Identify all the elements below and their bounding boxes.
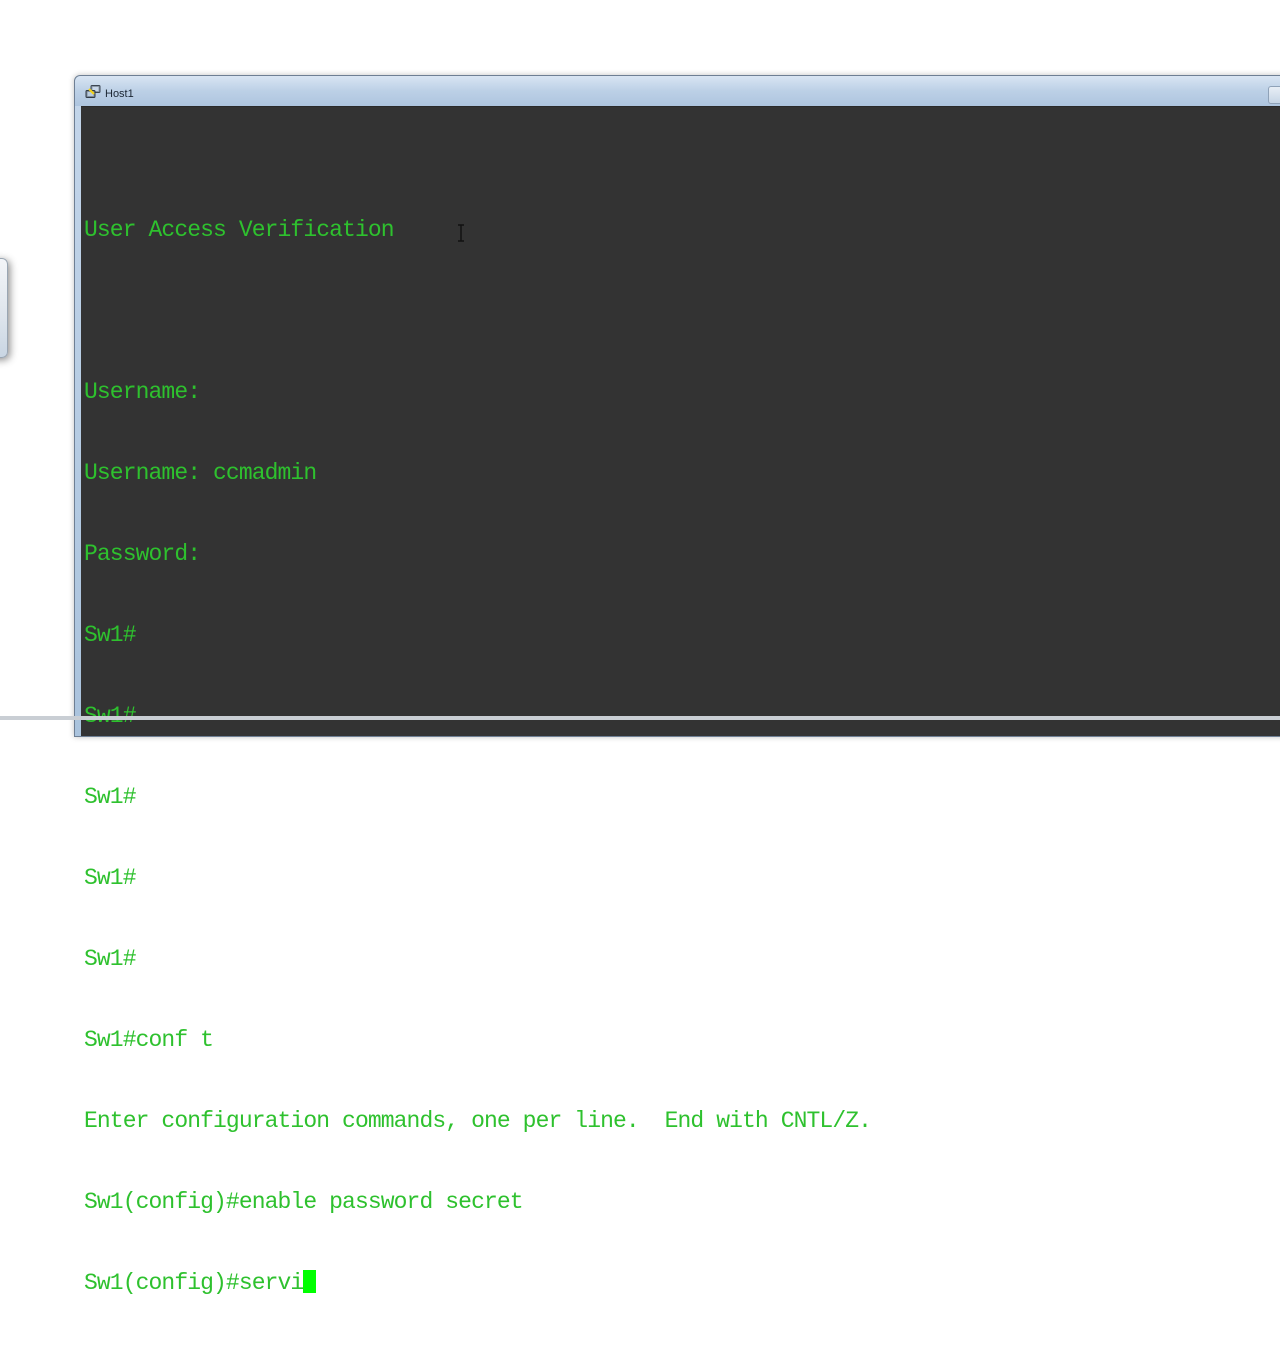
terminal-line: Username: ccmadmin [84,460,317,486]
taskbar-edge [0,716,1280,720]
terminal-line: Sw1# [84,784,137,810]
network-connection-icon [85,85,101,98]
terminal-line: Sw1#conf t [84,1027,214,1053]
window-title: Host1 [105,88,134,100]
background-window-edge [0,258,8,358]
terminal-output: User Access Verification Username: Usern… [84,163,872,1351]
title-bar[interactable]: Host1 [75,76,1280,106]
terminal-line: Sw1# [84,865,137,891]
terminal-input-line[interactable]: Sw1(config)#servi [84,1270,871,1297]
terminal-window: Host1 User Access Verification Username:… [74,75,1280,1296]
ibeam-cursor-icon [458,224,464,242]
terminal-line: Enter configuration commands, one per li… [84,1108,872,1134]
text-cursor [303,1270,317,1293]
terminal-line: Sw1(config)#enable password secret [84,1189,524,1215]
terminal-line: Sw1# [84,622,137,648]
terminal-line: Username: [84,379,201,405]
terminal-line: User Access Verification [84,217,395,243]
terminal-line: Sw1# [84,946,137,972]
terminal-screen[interactable]: User Access Verification Username: Usern… [81,106,1280,1296]
terminal-line: Password: [84,541,201,567]
minimize-button[interactable] [1268,86,1280,104]
current-command: Sw1(config)#servi [84,1270,304,1296]
